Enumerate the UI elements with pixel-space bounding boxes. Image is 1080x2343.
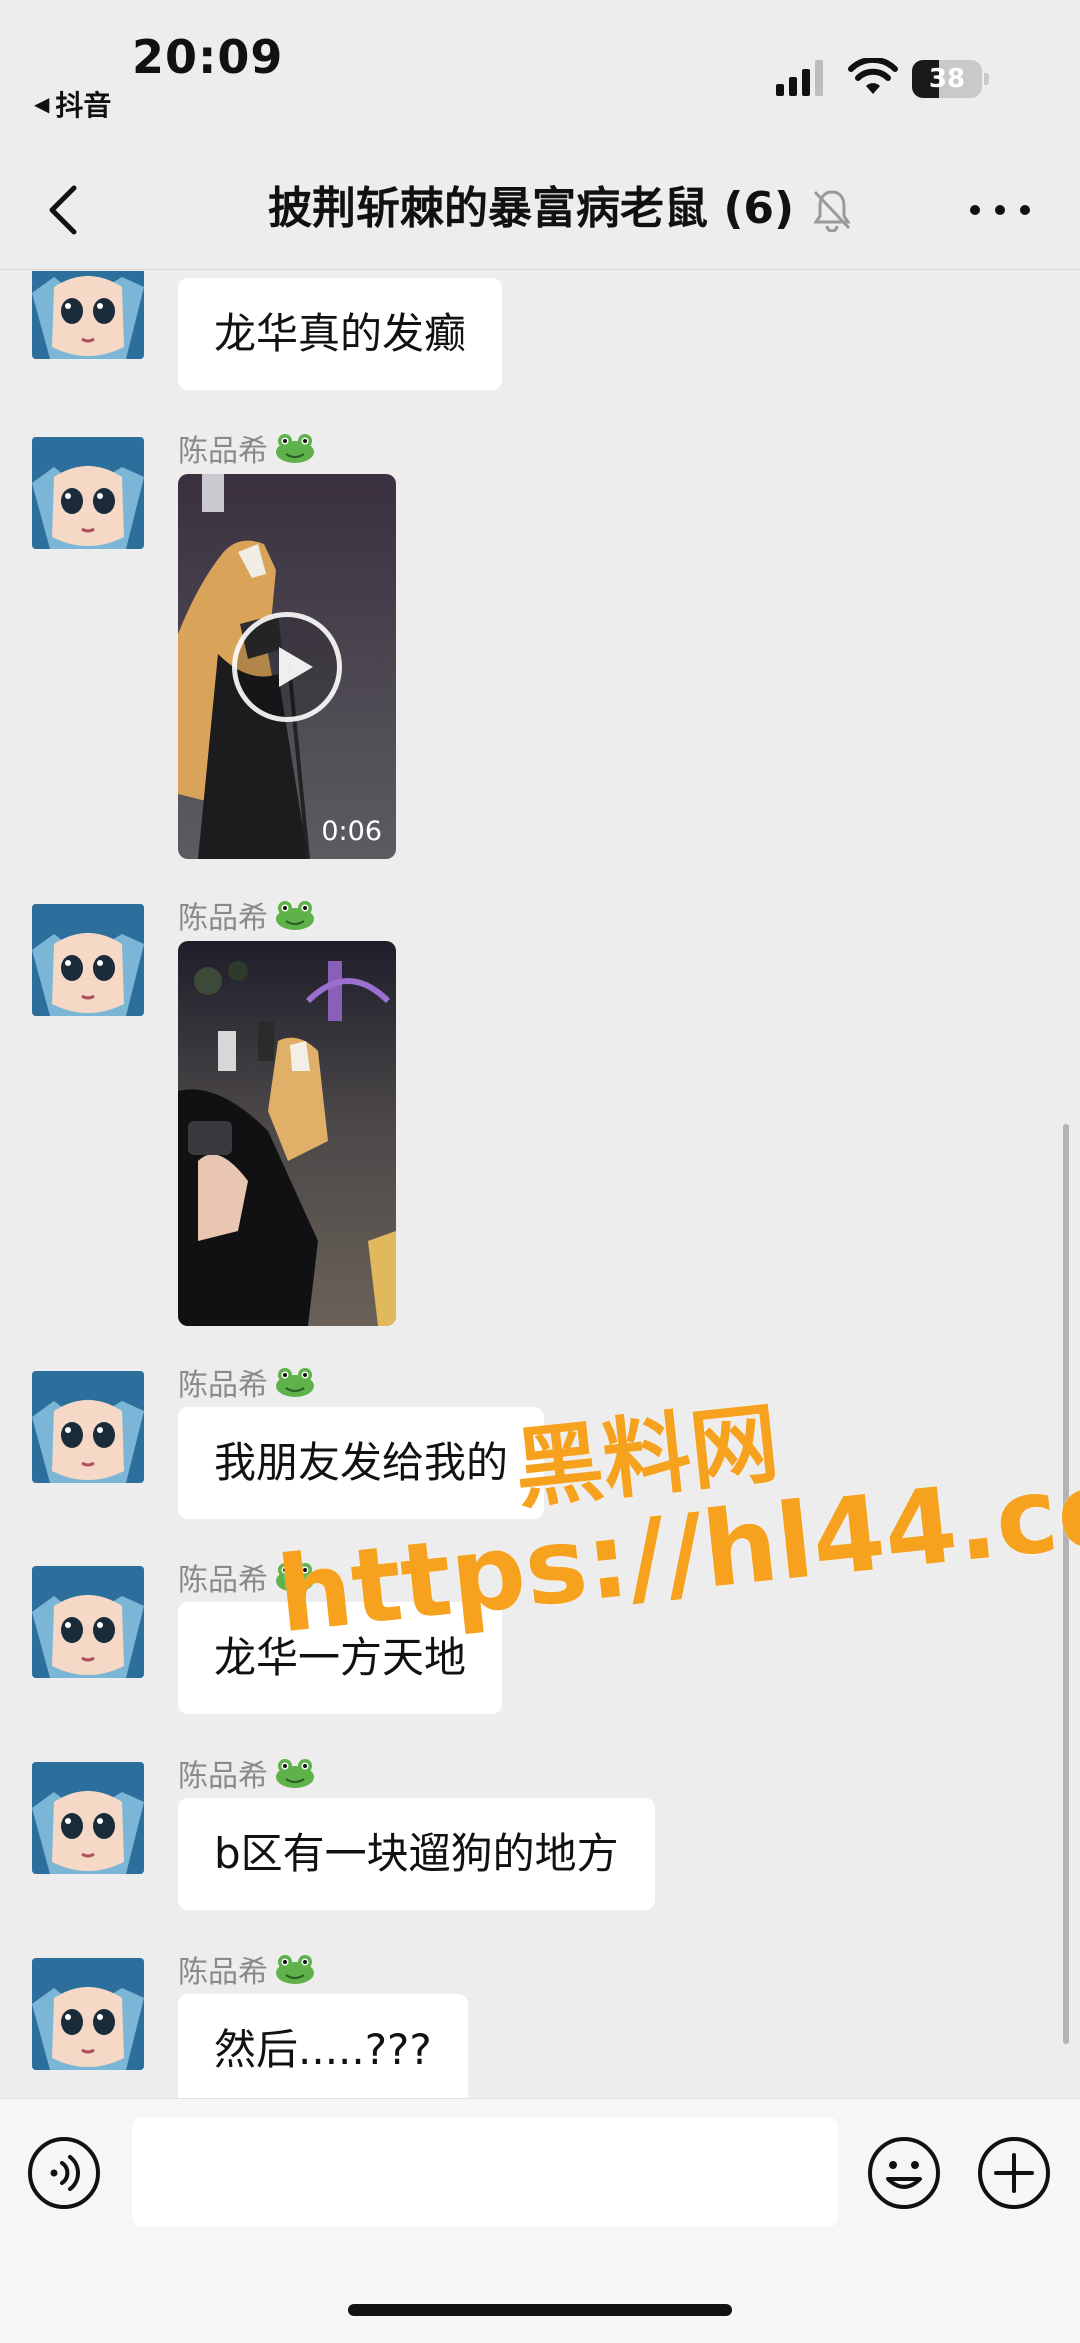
avatar[interactable] (32, 271, 144, 359)
message-bubble[interactable]: 然后.....??? (178, 1994, 468, 2098)
message-list[interactable]: 龙华真的发癫 陈品希 0:06 陈品希 陈品希 我朋友发给我的 陈品希 龙华一方… (0, 271, 1080, 2098)
wifi-icon (848, 58, 898, 94)
frog-emoji-icon (276, 901, 314, 930)
chevron-left-icon[interactable] (34, 180, 90, 240)
message-bubble[interactable]: 龙华真的发癫 (178, 278, 503, 390)
sender-name: 陈品希 (178, 1947, 316, 1991)
battery-icon: 38 (912, 60, 990, 98)
avatar[interactable] (32, 1566, 144, 1678)
status-time: 20:09 (132, 30, 284, 84)
video-message[interactable]: 0:06 (178, 474, 396, 859)
play-icon[interactable] (232, 612, 342, 722)
avatar[interactable] (32, 1958, 144, 2070)
plus-icon[interactable] (976, 2135, 1052, 2211)
scrollbar[interactable] (1063, 1124, 1069, 2044)
image-message[interactable] (178, 941, 396, 1326)
voice-icon[interactable] (26, 2135, 102, 2211)
status-bar: 20:09 ◀ 抖音 38 (0, 0, 1080, 150)
cellular-signal-icon (776, 60, 823, 96)
frog-emoji-icon (276, 434, 314, 463)
home-indicator[interactable] (348, 2304, 732, 2316)
sender-name: 陈品希 (178, 1555, 316, 1599)
chat-header: 披荆斩棘的暴富病老鼠 (6) (0, 150, 1080, 270)
back-to-app[interactable]: ◀ 抖音 (34, 84, 111, 124)
video-duration: 0:06 (321, 816, 382, 847)
avatar[interactable] (32, 904, 144, 1016)
frog-emoji-icon (276, 1759, 314, 1788)
back-triangle-icon: ◀ (34, 92, 50, 116)
message-bubble[interactable]: 我朋友发给我的 (178, 1407, 545, 1519)
bell-muted-icon (813, 190, 851, 232)
avatar[interactable] (32, 1762, 144, 1874)
battery-percent: 38 (928, 64, 966, 94)
sender-name: 陈品希 (178, 426, 316, 470)
back-app-label: 抖音 (55, 89, 112, 122)
avatar[interactable] (32, 437, 144, 549)
message-input[interactable] (132, 2117, 838, 2227)
avatar[interactable] (32, 1371, 144, 1483)
emoji-icon[interactable] (866, 2135, 942, 2211)
sender-name: 陈品希 (178, 1751, 316, 1795)
frog-emoji-icon (276, 1368, 314, 1397)
sender-name: 陈品希 (178, 1360, 316, 1404)
frog-emoji-icon (276, 1563, 314, 1592)
message-bubble[interactable]: 龙华一方天地 (178, 1602, 503, 1714)
sender-name: 陈品希 (178, 893, 316, 937)
more-dots-icon[interactable] (970, 188, 1030, 232)
message-bubble[interactable]: b区有一块遛狗的地方 (178, 1798, 655, 1910)
group-title[interactable]: 披荆斩棘的暴富病老鼠 (6) (268, 176, 794, 242)
frog-emoji-icon (276, 1955, 314, 1984)
